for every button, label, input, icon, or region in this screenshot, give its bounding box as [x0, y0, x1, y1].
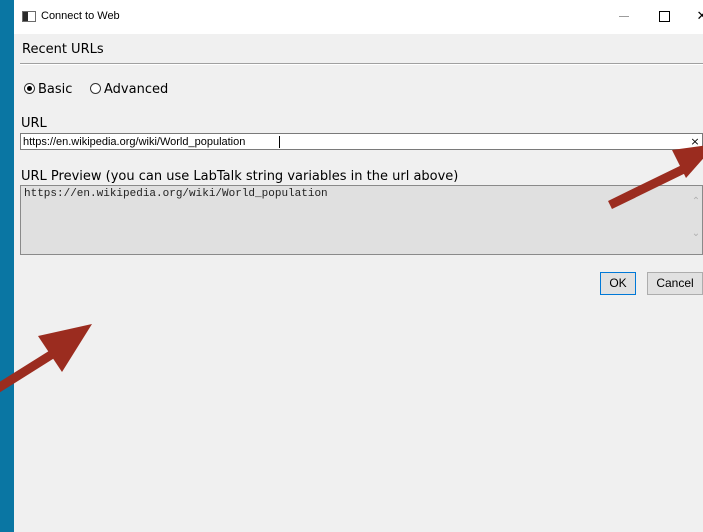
radio-advanced[interactable]: Advanced [90, 82, 168, 97]
close-button[interactable]: ✕ [682, 0, 703, 34]
maximize-button[interactable] [644, 0, 684, 34]
minimize-button[interactable] [604, 0, 644, 34]
url-preview-box[interactable]: https://en.wikipedia.org/wiki/World_popu… [20, 185, 703, 255]
text-caret [279, 136, 280, 148]
close-icon: ✕ [696, 9, 703, 24]
radio-advanced-indicator[interactable] [90, 83, 101, 94]
radio-basic-indicator[interactable] [24, 83, 35, 94]
recent-urls-divider [20, 63, 703, 65]
url-input[interactable] [23, 135, 663, 148]
minimize-icon [619, 16, 629, 17]
app-icon [22, 11, 36, 22]
url-label: URL [21, 116, 47, 131]
title-bar[interactable]: Connect to Web ✕ [14, 0, 703, 34]
url-preview-text: https://en.wikipedia.org/wiki/World_popu… [24, 188, 328, 200]
cancel-button[interactable]: Cancel [647, 272, 703, 295]
ok-button[interactable]: OK [600, 272, 636, 295]
window-title: Connect to Web [41, 10, 120, 22]
connect-to-web-dialog: Connect to Web ✕ Recent URLs Basic Advan… [14, 0, 703, 532]
url-preview-label: URL Preview (you can use LabTalk string … [21, 169, 459, 184]
clear-url-icon[interactable]: × [688, 134, 702, 149]
recent-urls-label[interactable]: Recent URLs [22, 42, 104, 57]
radio-basic-label: Basic [38, 82, 73, 97]
url-field[interactable]: × [20, 133, 703, 150]
radio-basic[interactable]: Basic [24, 82, 72, 97]
scroll-up-icon[interactable]: ⌃ [690, 196, 702, 208]
radio-advanced-label: Advanced [104, 82, 169, 97]
scroll-down-icon[interactable]: ⌄ [690, 228, 702, 240]
maximize-icon [658, 11, 670, 22]
